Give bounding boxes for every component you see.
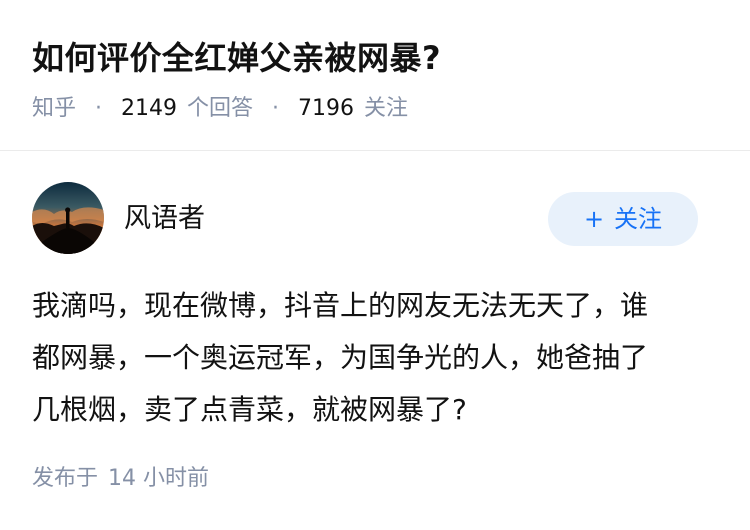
author-name[interactable]: 风语者 (124, 202, 205, 236)
publish-time-value: 14 小时前 (108, 466, 210, 491)
answer-line: 几根烟，卖了点青菜，就被网暴了? (32, 393, 467, 426)
publish-time: 发布于 14 小时前 (32, 464, 209, 494)
answer-count-label[interactable]: 个回答 (187, 96, 253, 121)
follower-count: 7196 (298, 96, 355, 121)
answer-line: 我滴吗，现在微博，抖音上的网友无法无天了，谁 (32, 289, 649, 322)
question-title[interactable]: 如何评价全红婵父亲被网暴? (32, 36, 441, 80)
author-row: 风语者 + 关注 (0, 182, 750, 258)
avatar[interactable] (32, 182, 104, 254)
meta-separator: · (95, 96, 103, 121)
answer-count: 2149 (121, 96, 178, 121)
follow-button[interactable]: + 关注 (548, 192, 698, 246)
answer-content[interactable]: 我滴吗，现在微博，抖音上的网友无法无天了，谁 都网暴，一个奥运冠军，为国争光的人… (32, 280, 722, 436)
answer-line: 都网暴，一个奥运冠军，为国争光的人，她爸抽了 (32, 341, 649, 374)
follow-button-label: 关注 (614, 205, 663, 233)
question-header: 如何评价全红婵父亲被网暴? 知乎 · 2149 个回答 · 7196 关注 (0, 0, 750, 151)
sunset-silhouette-avatar-icon (32, 182, 104, 254)
plus-icon: + (583, 205, 605, 233)
publish-prefix: 发布于 (32, 466, 99, 491)
source-label[interactable]: 知乎 (32, 96, 76, 121)
question-meta: 知乎 · 2149 个回答 · 7196 关注 (32, 94, 408, 124)
meta-separator: · (272, 96, 280, 121)
follower-count-label[interactable]: 关注 (364, 96, 408, 121)
